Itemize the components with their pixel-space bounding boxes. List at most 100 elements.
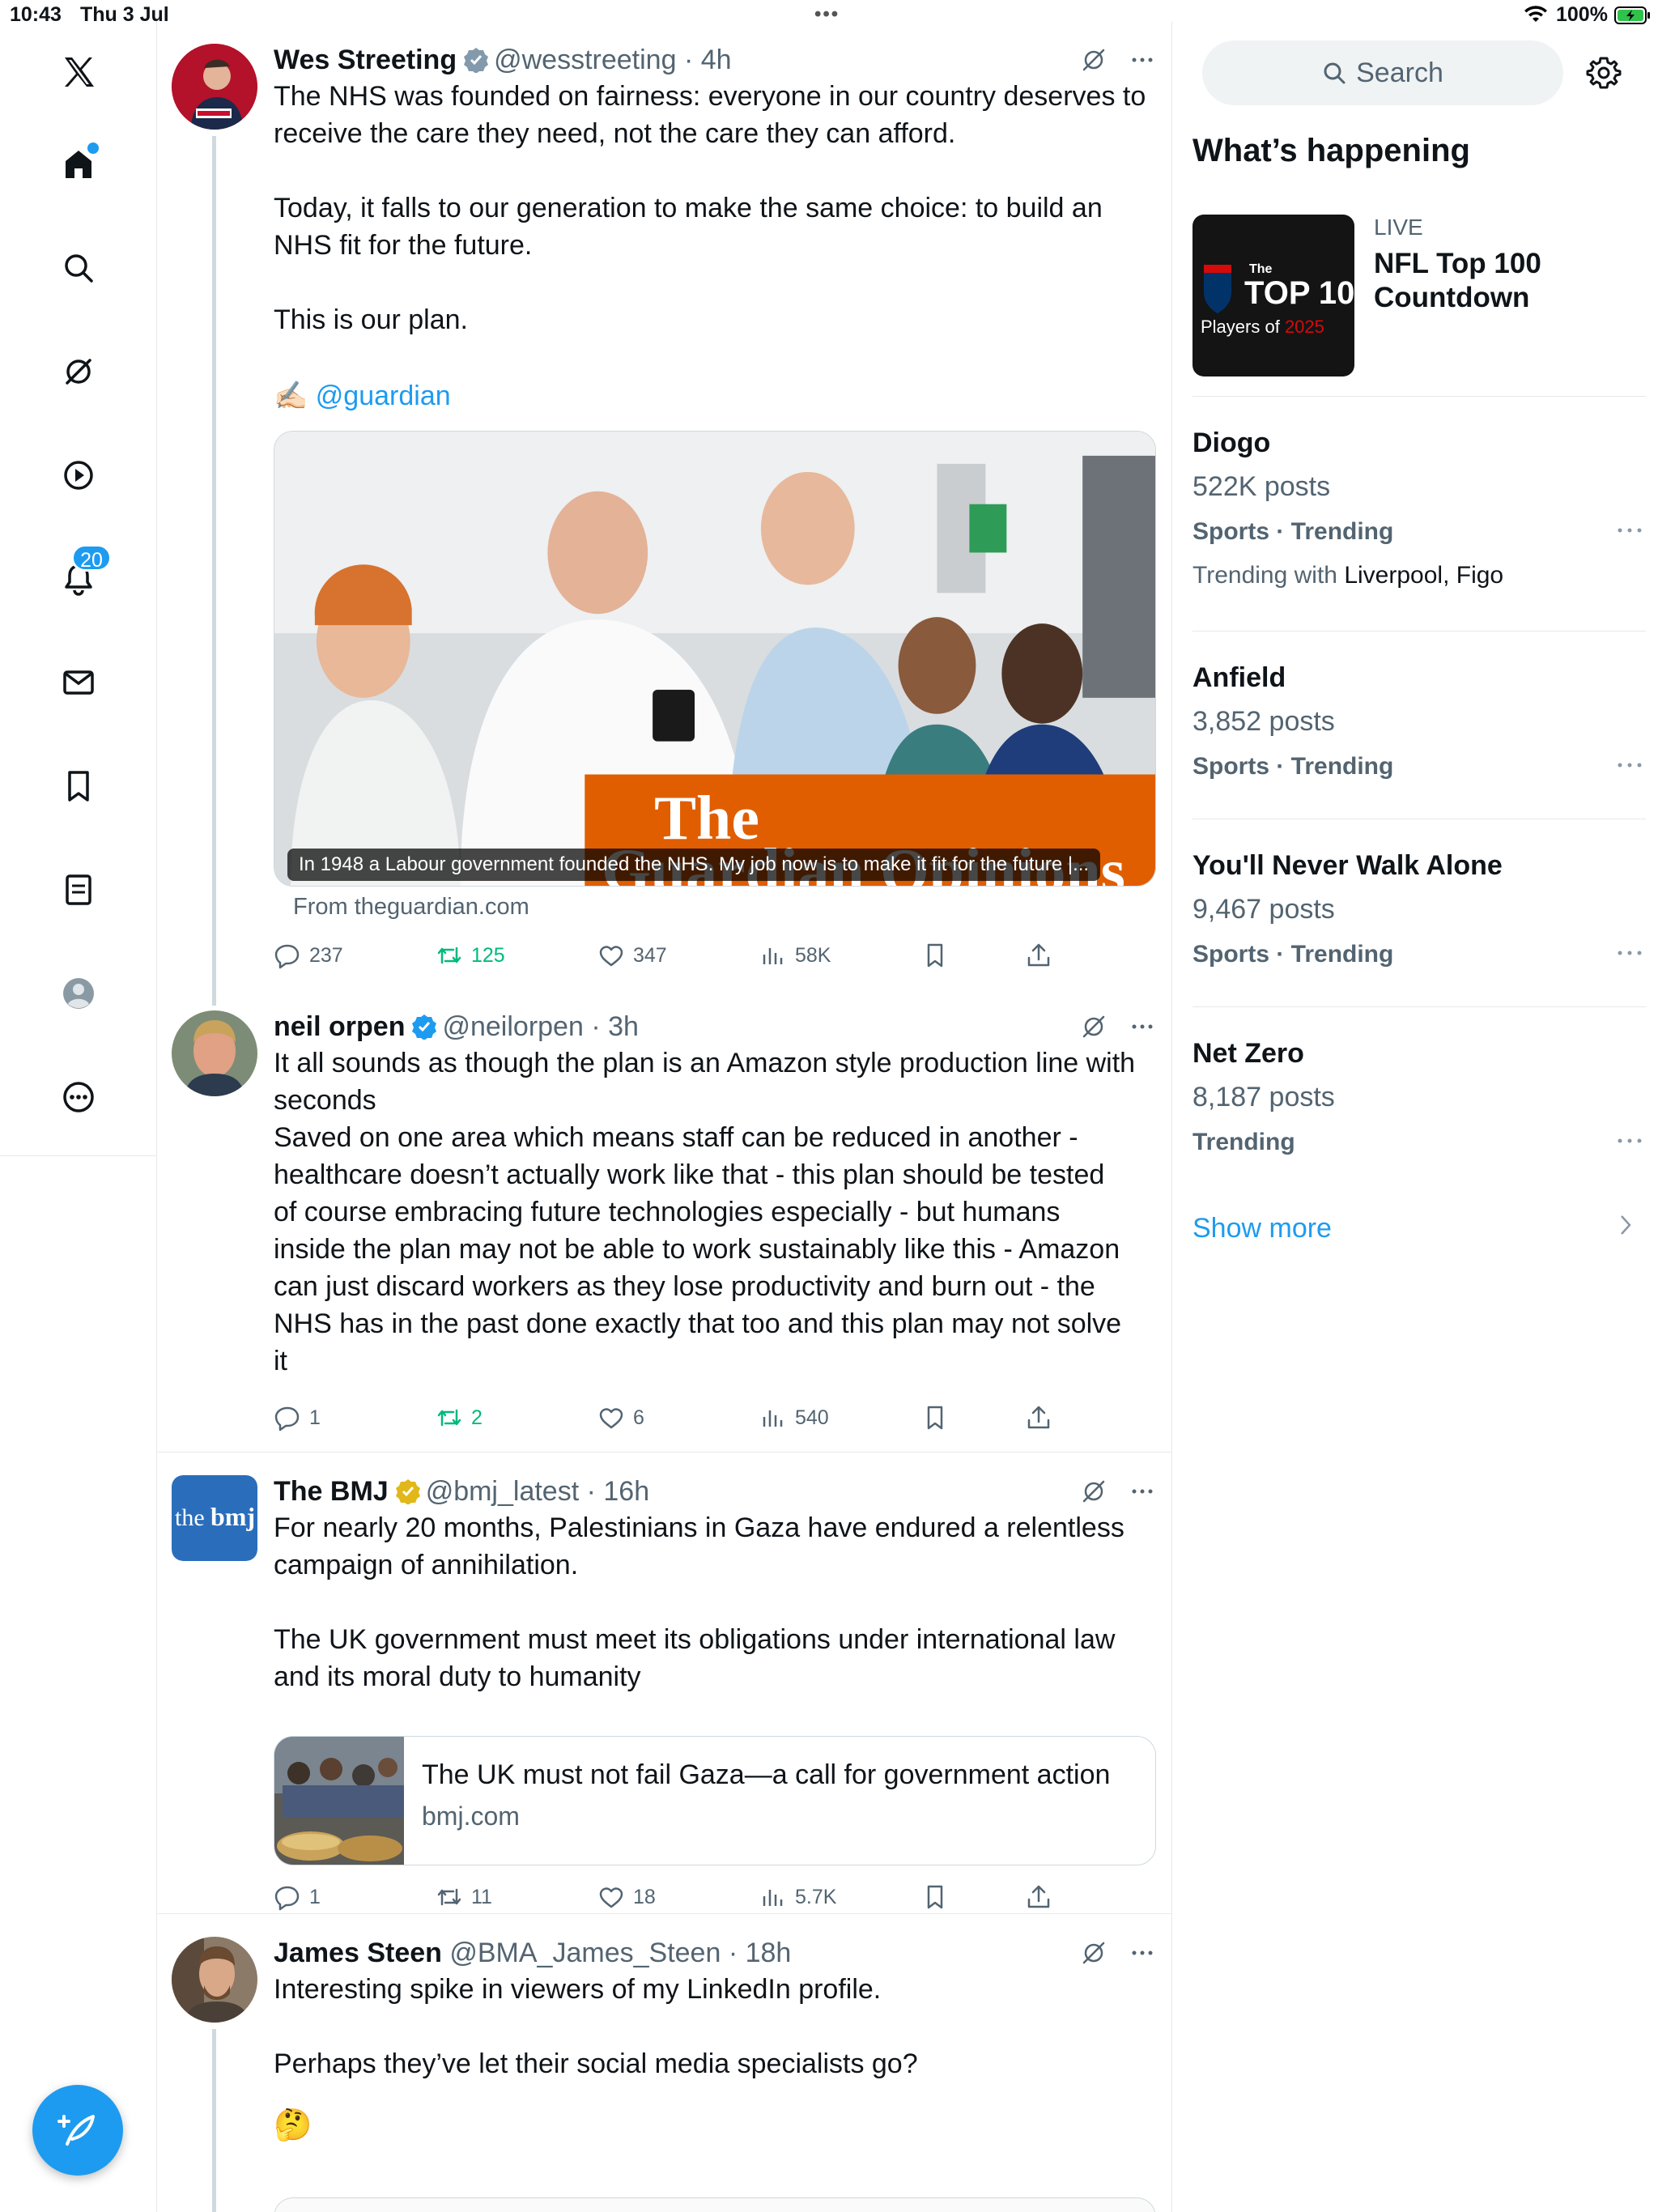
author-name[interactable]: James Steen (274, 1938, 442, 1968)
video-icon[interactable] (50, 447, 107, 504)
author-handle[interactable]: @neilorpen (442, 1011, 583, 1042)
compose-feather-icon (57, 2115, 95, 2146)
reply-count: 1 (309, 1406, 321, 1429)
grok-explain-icon[interactable] (1079, 1012, 1108, 1041)
author-handle[interactable]: @wesstreeting (494, 45, 676, 75)
reply-button[interactable]: 1 (274, 1399, 321, 1436)
trend-count: 3,852 posts (1192, 706, 1335, 737)
post-more-icon[interactable] (1128, 45, 1157, 74)
trend-name: Diogo (1192, 428, 1271, 458)
trend-category: Trending (1192, 1129, 1295, 1155)
bookmarks-icon[interactable] (50, 758, 107, 815)
like-count: 6 (633, 1406, 644, 1429)
trend-more-icon[interactable] (1613, 1129, 1646, 1153)
like-button[interactable]: 6 (597, 1399, 644, 1436)
post-more-icon[interactable] (1128, 1477, 1157, 1506)
link-source[interactable]: From theguardian.com (293, 894, 529, 921)
author-name[interactable]: The BMJ (274, 1476, 389, 1507)
trend-more-icon[interactable] (1613, 941, 1646, 965)
views-count: 58K (795, 943, 831, 967)
show-more-link[interactable]: Show more (1192, 1213, 1332, 1244)
post-more-icon[interactable] (1128, 1938, 1157, 1967)
bookmark-button[interactable] (921, 1878, 949, 1916)
bmj-link-card[interactable]: The UK must not fail Gaza—a call for gov… (274, 1736, 1156, 1865)
trend-name: You'll Never Walk Alone (1192, 850, 1503, 881)
grok-explain-icon[interactable] (1079, 1477, 1108, 1506)
post-the-bmj[interactable]: the bmj The BMJ @bmj_latest · 16h For nea… (157, 1453, 1171, 1914)
author-handle[interactable]: @BMA_James_Steen (449, 1938, 721, 1968)
reply-button[interactable]: 1 (274, 1878, 321, 1916)
views-bar-chart-icon (763, 1890, 783, 1906)
search-icon[interactable] (50, 240, 107, 296)
repost-count: 2 (471, 1406, 483, 1429)
bookmark-button[interactable] (921, 937, 949, 974)
more-menu-icon[interactable] (50, 1069, 107, 1125)
trend-more-icon[interactable] (1613, 518, 1646, 542)
author-name[interactable]: Wes Streeting (274, 45, 457, 75)
views-bar-chart-icon (763, 948, 783, 964)
reply-icon (274, 1406, 300, 1431)
views-button[interactable]: 540 (759, 1399, 829, 1436)
chevron-right-icon[interactable] (1618, 1213, 1634, 1237)
mention-guardian[interactable]: @guardian (316, 381, 451, 411)
reply-icon (274, 944, 300, 969)
search-input[interactable]: Search (1202, 40, 1563, 105)
app-screen: 10:43 Thu 3 Jul ••• 100% 20 Wes Streetin… (0, 0, 1658, 2212)
avatar-james-steen[interactable] (172, 1937, 257, 2023)
grok-explain-icon[interactable] (1079, 45, 1108, 74)
like-button[interactable]: 18 (597, 1878, 656, 1916)
views-button[interactable]: 58K (759, 937, 831, 974)
post-james-steen[interactable]: James Steen @BMA_James_Steen · 18h Inter… (157, 1914, 1171, 2212)
trend-more-icon[interactable] (1613, 753, 1646, 777)
timeline[interactable]: Wes Streeting @wesstreeting · 4h The NHS … (156, 21, 1172, 2212)
avatar-the-bmj[interactable]: the bmj (172, 1475, 257, 1561)
settings-gear-icon[interactable] (1584, 53, 1623, 92)
share-button[interactable] (1025, 1399, 1052, 1436)
grok-icon[interactable] (50, 343, 107, 400)
lists-icon[interactable] (50, 861, 107, 918)
like-count: 18 (633, 1885, 656, 1908)
grok-explain-icon[interactable] (1079, 1938, 1108, 1967)
live-event-card[interactable]: The TOP 100 Players of 2025 LIVE NFL Top… (1192, 215, 1654, 385)
attached-media-card[interactable] (274, 2197, 1156, 2212)
thumb-players-of: Players of 2025 (1201, 317, 1324, 337)
x-logo-icon[interactable] (50, 44, 107, 100)
post-wes-streeting[interactable]: Wes Streeting @wesstreeting · 4h The NHS … (157, 21, 1171, 1006)
post-header: The BMJ @bmj_latest · 16h (274, 1476, 650, 1507)
post-text: For nearly 20 months, Palestinians in Ga… (274, 1512, 1124, 1692)
like-button[interactable]: 347 (597, 937, 667, 974)
avatar-neil-orpen[interactable] (172, 1010, 257, 1096)
author-handle[interactable]: @bmj_latest (426, 1476, 579, 1507)
repost-button[interactable]: 125 (436, 937, 505, 974)
repost-button[interactable]: 2 (436, 1399, 483, 1436)
home-icon[interactable] (50, 136, 107, 193)
thread-line (212, 136, 216, 1006)
verified-blue-badge-icon (412, 1015, 437, 1040)
views-button[interactable]: 5.7K (759, 1878, 836, 1916)
author-name[interactable]: neil orpen (274, 1011, 405, 1042)
trend-item-net-zero[interactable]: Net Zero 8,187 posts Trending (1192, 1038, 1646, 1192)
bookmark-button[interactable] (921, 1399, 949, 1436)
repost-button[interactable]: 11 (436, 1878, 492, 1916)
post-neil-orpen[interactable]: neil orpen @neilorpen · 3h It all sounds … (157, 988, 1171, 1453)
messages-icon[interactable] (50, 654, 107, 711)
trend-count: 8,187 posts (1192, 1082, 1335, 1112)
views-count: 5.7K (795, 1885, 837, 1908)
compose-post-button[interactable] (32, 2085, 123, 2176)
guardian-media-card[interactable]: The Guardian Opinions In 1948 a Labour g… (274, 431, 1156, 887)
notifications-bell-icon[interactable]: 20 (50, 544, 112, 607)
post-actions: 1 2 6 540 (274, 1399, 1164, 1436)
profile-avatar-icon[interactable] (50, 965, 107, 1022)
reply-button[interactable]: 237 (274, 937, 343, 974)
verified-gold-badge-icon (395, 1479, 420, 1504)
side-nav: 20 (0, 32, 156, 1156)
trend-item-diogo[interactable]: Diogo 522K posts Sports · Trending Trend… (1192, 428, 1646, 627)
share-button[interactable] (1025, 937, 1052, 974)
trend-count: 522K posts (1192, 471, 1331, 502)
trend-item-anfield[interactable]: Anfield 3,852 posts Sports · Trending (1192, 662, 1646, 816)
share-button[interactable] (1025, 1878, 1052, 1916)
trend-item-ynwa[interactable]: You'll Never Walk Alone 9,467 posts Spor… (1192, 850, 1646, 1004)
avatar-wes-streeting[interactable] (172, 44, 257, 130)
reply-count: 237 (309, 943, 343, 967)
post-more-icon[interactable] (1128, 1012, 1157, 1041)
